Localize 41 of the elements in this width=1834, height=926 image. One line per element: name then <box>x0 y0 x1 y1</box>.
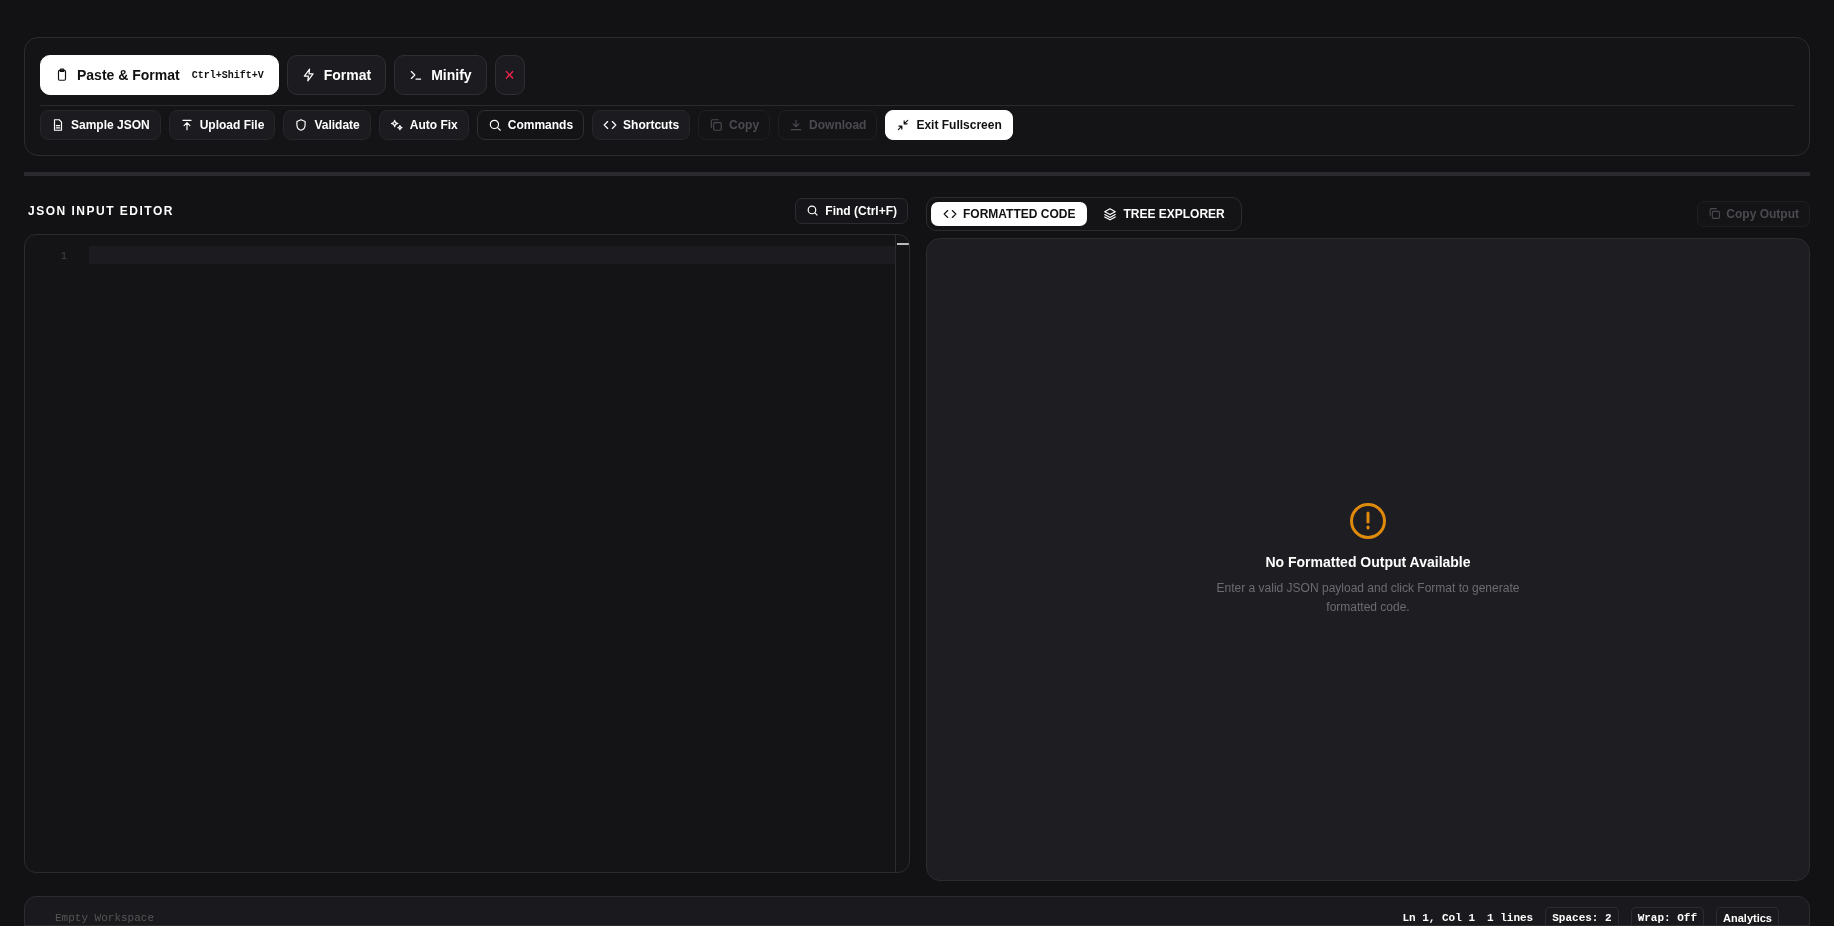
workspace-status: Empty Workspace <box>55 911 155 925</box>
line-count: 1 lines <box>1487 911 1534 925</box>
terminal-icon <box>409 68 424 82</box>
code-icon <box>603 118 618 132</box>
upload-icon <box>179 118 194 132</box>
collapse-arrows-icon <box>896 118 911 132</box>
scrollbar[interactable] <box>895 234 909 873</box>
paste-format-button[interactable]: Paste & Format Ctrl+Shift+V <box>40 55 279 95</box>
copy-icon <box>1708 207 1722 221</box>
document-icon <box>51 118 65 132</box>
toolbar-button[interactable]: Sample JSON <box>40 110 161 140</box>
empty-state-title: No Formatted Output Available <box>1265 553 1471 573</box>
layers-icon <box>1103 206 1118 221</box>
search-icon <box>487 118 502 132</box>
wrap-setting-button[interactable]: Wrap: Off <box>1630 907 1705 925</box>
close-button[interactable]: × <box>494 55 525 95</box>
toolbar-button[interactable]: Commands <box>476 110 585 140</box>
action-button[interactable]: Format <box>286 55 387 95</box>
shield-icon <box>294 118 309 132</box>
toolbar-button[interactable]: Upload File <box>168 110 276 140</box>
toolbar-button[interactable]: Shortcuts <box>592 110 691 140</box>
shortcut-hint: Ctrl+Shift+V <box>191 68 264 83</box>
editor-title: JSON INPUT EDITOR <box>27 202 174 220</box>
cursor-position: Ln 1, Col 1 <box>1402 911 1475 925</box>
analytics-button[interactable]: Analytics <box>1716 907 1779 925</box>
lightning-icon <box>301 68 316 82</box>
sparkles-icon <box>389 118 404 132</box>
exit-fullscreen-button[interactable]: Exit Fullscreen <box>885 110 1013 140</box>
toolbar-button[interactable]: Validate <box>283 110 371 140</box>
warning-icon <box>1349 502 1387 541</box>
find-button[interactable]: Find (Ctrl+F) <box>795 197 908 224</box>
copy-icon <box>709 118 724 132</box>
clipboard-icon <box>55 68 69 82</box>
empty-state-message: Enter a valid JSON payload and click Format to generate formatted code. <box>1215 580 1521 617</box>
indent-setting-button[interactable]: Spaces: 2 <box>1545 907 1619 925</box>
view-tab[interactable]: FORMATTED CODE <box>931 201 1088 226</box>
search-icon <box>806 204 820 218</box>
toolbar-button[interactable]: Auto Fix <box>378 110 469 140</box>
action-button[interactable]: Minify <box>394 55 487 95</box>
download-icon <box>789 118 804 132</box>
view-tab[interactable]: TREE EXPLORER <box>1091 201 1237 226</box>
